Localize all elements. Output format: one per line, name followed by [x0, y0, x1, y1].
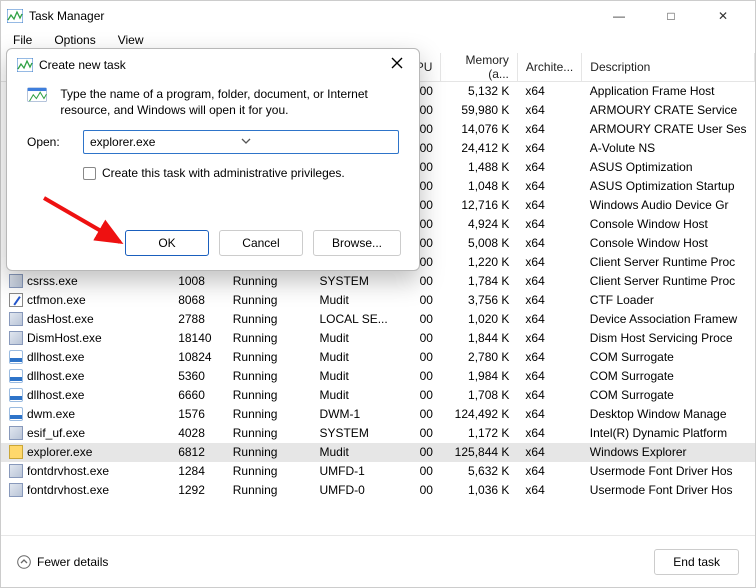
minimize-button[interactable]: —: [603, 2, 635, 30]
dialog-app-icon: [17, 58, 33, 72]
table-row[interactable]: dllhost.exe5360RunningMudit001,984 Kx64C…: [1, 367, 755, 386]
cancel-button[interactable]: Cancel: [219, 230, 303, 256]
table-row[interactable]: fontdrvhost.exe1284RunningUMFD-1005,632 …: [1, 462, 755, 481]
admin-label: Create this task with administrative pri…: [102, 166, 345, 180]
dialog-close-button[interactable]: [385, 55, 409, 74]
process-icon: [9, 388, 23, 402]
close-icon: [391, 57, 403, 69]
table-row[interactable]: dllhost.exe10824RunningMudit002,780 Kx64…: [1, 348, 755, 367]
end-task-button[interactable]: End task: [654, 549, 739, 575]
table-row[interactable]: ctfmon.exe8068RunningMudit003,756 Kx64CT…: [1, 291, 755, 310]
table-row[interactable]: esif_uf.exe4028RunningSYSTEM001,172 Kx64…: [1, 424, 755, 443]
open-combobox[interactable]: explorer.exe: [83, 130, 399, 154]
process-icon: [9, 312, 23, 326]
fewer-details-link[interactable]: Fewer details: [17, 555, 108, 569]
table-row[interactable]: DismHost.exe18140RunningMudit001,844 Kx6…: [1, 329, 755, 348]
chevron-down-icon[interactable]: [241, 135, 392, 149]
process-icon: [9, 350, 23, 364]
process-icon: [9, 426, 23, 440]
col-desc[interactable]: Description: [582, 53, 755, 82]
maximize-button[interactable]: □: [655, 2, 687, 30]
col-memory[interactable]: Memory (a...: [441, 53, 517, 82]
process-icon: [9, 483, 23, 497]
open-value: explorer.exe: [90, 135, 241, 149]
table-row[interactable]: fontdrvhost.exe1292RunningUMFD-0001,036 …: [1, 481, 755, 500]
table-row[interactable]: dllhost.exe6660RunningMudit001,708 Kx64C…: [1, 386, 755, 405]
process-icon: [9, 293, 23, 307]
ok-button[interactable]: OK: [125, 230, 209, 256]
process-icon: [9, 274, 23, 288]
table-row[interactable]: dasHost.exe2788RunningLOCAL SE...001,020…: [1, 310, 755, 329]
dialog-title: Create new task: [39, 58, 126, 72]
table-row[interactable]: csrss.exe1008RunningSYSTEM001,784 Kx64Cl…: [1, 272, 755, 291]
titlebar[interactable]: Task Manager — □ ✕: [1, 1, 755, 31]
run-icon: [27, 86, 48, 116]
table-row[interactable]: dwm.exe1576RunningDWM-100124,492 Kx64Des…: [1, 405, 755, 424]
col-arch[interactable]: Archite...: [517, 53, 581, 82]
process-icon: [9, 407, 23, 421]
app-icon: [7, 9, 23, 23]
dialog-description: Type the name of a program, folder, docu…: [60, 86, 399, 118]
footer: Fewer details End task: [1, 535, 755, 587]
process-icon: [9, 369, 23, 383]
fewer-details-label: Fewer details: [37, 555, 108, 569]
create-task-dialog: Create new task Type the name of a progr…: [6, 48, 420, 271]
process-icon: [9, 445, 23, 459]
browse-button[interactable]: Browse...: [313, 230, 401, 256]
close-button[interactable]: ✕: [707, 2, 739, 30]
open-label: Open:: [27, 135, 69, 149]
admin-checkbox[interactable]: [83, 167, 96, 180]
table-row[interactable]: explorer.exe6812RunningMudit00125,844 Kx…: [1, 443, 755, 462]
process-icon: [9, 464, 23, 478]
process-icon: [9, 331, 23, 345]
app-title: Task Manager: [29, 9, 104, 23]
chevron-up-icon: [17, 555, 31, 569]
